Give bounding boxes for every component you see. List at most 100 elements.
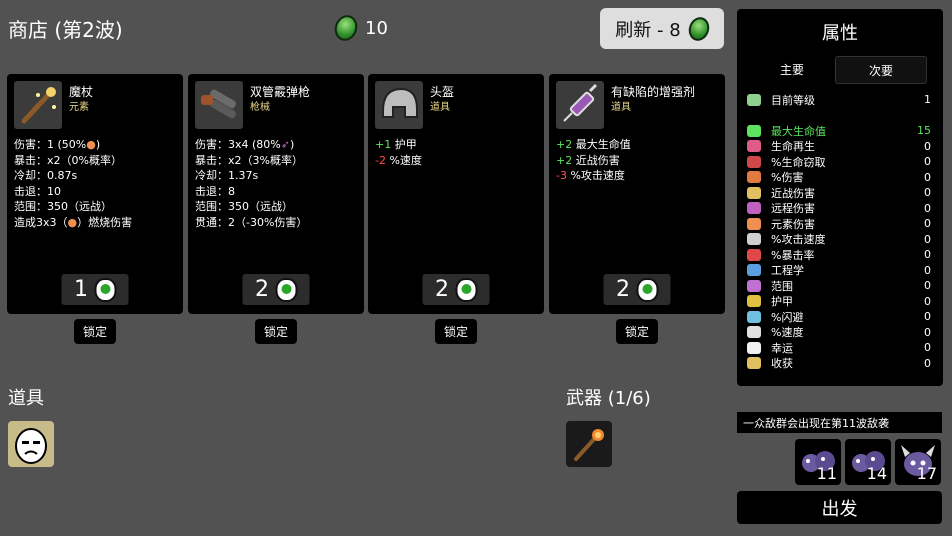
stat-label: %速度	[771, 326, 804, 339]
lock-button[interactable]: 锁定	[255, 319, 297, 344]
stat-label: 工程学	[771, 264, 804, 277]
stat-row: 收获 0	[747, 356, 931, 371]
tab-primary[interactable]: 主要	[747, 56, 837, 82]
elemental-icon: ●	[67, 215, 78, 229]
price-value: 2	[255, 277, 269, 302]
stat-row: 幸运 0	[747, 340, 931, 355]
stat-line: 暴击：x2（3%概率）	[195, 153, 303, 167]
stat-line: ）燃烧伤害	[77, 215, 133, 229]
stat-delta: -2	[375, 153, 386, 167]
stat-label: 远程伤害	[771, 202, 815, 215]
refresh-button[interactable]: 刷新 - 8	[600, 8, 724, 49]
stat-label: 近战伤害	[575, 153, 620, 167]
stat-label: 最大生命值	[575, 138, 631, 151]
shop-card-enhancer[interactable]: 有缺陷的增强剂 道具 +2 最大生命值 +2 近战伤害 -3 %攻击速度 2	[549, 74, 725, 314]
enemy-preview: 11	[795, 439, 841, 485]
buy-price-button[interactable]: 2	[422, 274, 490, 305]
stat-label: 幸运	[771, 341, 793, 355]
speed-icon	[747, 326, 761, 338]
item-type: 道具	[430, 102, 450, 113]
shop-card-helmet[interactable]: 头盔 道具 +1 护甲 -2 %速度 2	[368, 74, 544, 314]
material-gem-icon	[685, 13, 713, 44]
lifesteal-icon	[747, 155, 761, 168]
stat-label: 近战伤害	[771, 186, 815, 200]
inventory-item-slot[interactable]	[8, 421, 54, 467]
stat-row: %闪避 0	[747, 309, 931, 324]
item-stats: +1 护甲 -2 %速度	[375, 137, 422, 168]
wave-notice: 一众敌群会出现在第11波敌袭	[737, 412, 942, 433]
stat-row: 工程学 0	[747, 263, 931, 278]
engineering-icon	[747, 264, 761, 276]
material-gem-icon	[275, 277, 297, 302]
stat-delta: +2	[556, 153, 573, 167]
weapon-slot[interactable]	[566, 421, 612, 467]
regen-icon	[747, 140, 761, 152]
stat-value: 1	[924, 93, 931, 106]
stat-label: %伤害	[771, 171, 804, 184]
stat-label: %暴击率	[771, 248, 815, 262]
stat-row: 远程伤害 0	[747, 201, 931, 216]
armor-icon	[747, 295, 761, 307]
egg-face-icon	[15, 428, 47, 464]
stat-line: 击退：8	[195, 184, 235, 198]
enemy-count: 17	[916, 464, 937, 483]
buy-price-button[interactable]: 1	[61, 274, 129, 305]
stat-line: 贯通：2（-30%伤害）	[195, 215, 308, 229]
stat-row: 最大生命值 15	[747, 123, 931, 138]
stat-label: 生命再生	[771, 140, 815, 153]
material-gem-icon	[331, 12, 361, 44]
stat-label: %生命窃取	[771, 155, 826, 169]
stat-row: %速度 0	[747, 325, 931, 340]
buy-price-button[interactable]: 2	[242, 274, 310, 305]
stat-row: 近战伤害 0	[747, 185, 931, 200]
stat-line: 伤害：1 (50%	[14, 138, 87, 151]
go-button[interactable]: 出发	[737, 491, 942, 524]
currency-amount: 10	[365, 17, 388, 39]
stat-value: 0	[924, 341, 931, 354]
stat-label: %攻击速度	[771, 233, 826, 246]
lock-button[interactable]: 锁定	[74, 319, 116, 344]
tab-secondary[interactable]: 次要	[835, 56, 927, 84]
price-value: 1	[74, 277, 88, 302]
stat-value: 0	[924, 186, 931, 199]
stat-label: 收获	[771, 357, 793, 370]
item-type: 道具	[611, 102, 631, 113]
buy-price-button[interactable]: 2	[603, 274, 671, 305]
stat-line: 范围：350（远战）	[195, 200, 293, 213]
stat-label: %闪避	[771, 310, 804, 324]
shop-title: 商店 (第2波)	[8, 18, 123, 42]
lock-button[interactable]: 锁定	[435, 319, 477, 344]
helmet-icon	[375, 81, 423, 129]
stat-line: 伤害：3x4 (80%	[195, 138, 281, 151]
stat-row: %生命窃取 0	[747, 154, 931, 169]
stat-value: 0	[924, 356, 931, 370]
damage-icon	[747, 171, 761, 183]
shotgun-icon	[195, 81, 243, 129]
stat-value: 0	[924, 310, 931, 323]
material-gem-icon	[636, 277, 658, 302]
stats-title: 属性	[822, 23, 858, 44]
range-icon	[747, 279, 761, 292]
stat-row: 护甲 0	[747, 294, 931, 309]
currency-display: 10	[331, 12, 388, 44]
item-stats: 伤害：3x4 (80%➶) 暴击：x2（3%概率） 冷却：1.37s 击退：8 …	[195, 138, 308, 229]
material-gem-icon	[94, 277, 116, 302]
stat-line: 冷却：0.87s	[14, 169, 78, 182]
stat-line: 冷却：1.37s	[195, 169, 259, 182]
item-stats: 伤害：1 (50%●) 暴击：x2（0%概率） 冷却：0.87s 击退：10 范…	[14, 138, 133, 229]
stat-value: 0	[924, 279, 931, 292]
harvest-icon	[747, 357, 761, 369]
shop-card-wand[interactable]: 魔杖 元素 伤害：1 (50%●) 暴击：x2（0%概率） 冷却：0.87s 击…	[7, 74, 183, 314]
stat-value: 0	[924, 170, 931, 184]
stat-value: 0	[924, 201, 931, 215]
stat-value: 15	[917, 124, 931, 137]
lock-button[interactable]: 锁定	[616, 319, 658, 344]
shop-card-shotgun[interactable]: 双管霰弹枪 枪械 伤害：3x4 (80%➶) 暴击：x2（3%概率） 冷却：1.…	[188, 74, 364, 314]
price-value: 2	[616, 277, 630, 302]
attack-speed-icon	[747, 233, 761, 245]
stat-delta: +2	[556, 138, 573, 151]
refresh-label: 刷新 - 8	[615, 19, 681, 41]
torch-wand-icon	[574, 429, 604, 461]
stat-label: 护甲	[394, 138, 417, 151]
stat-line: 造成3x3（	[14, 215, 68, 229]
